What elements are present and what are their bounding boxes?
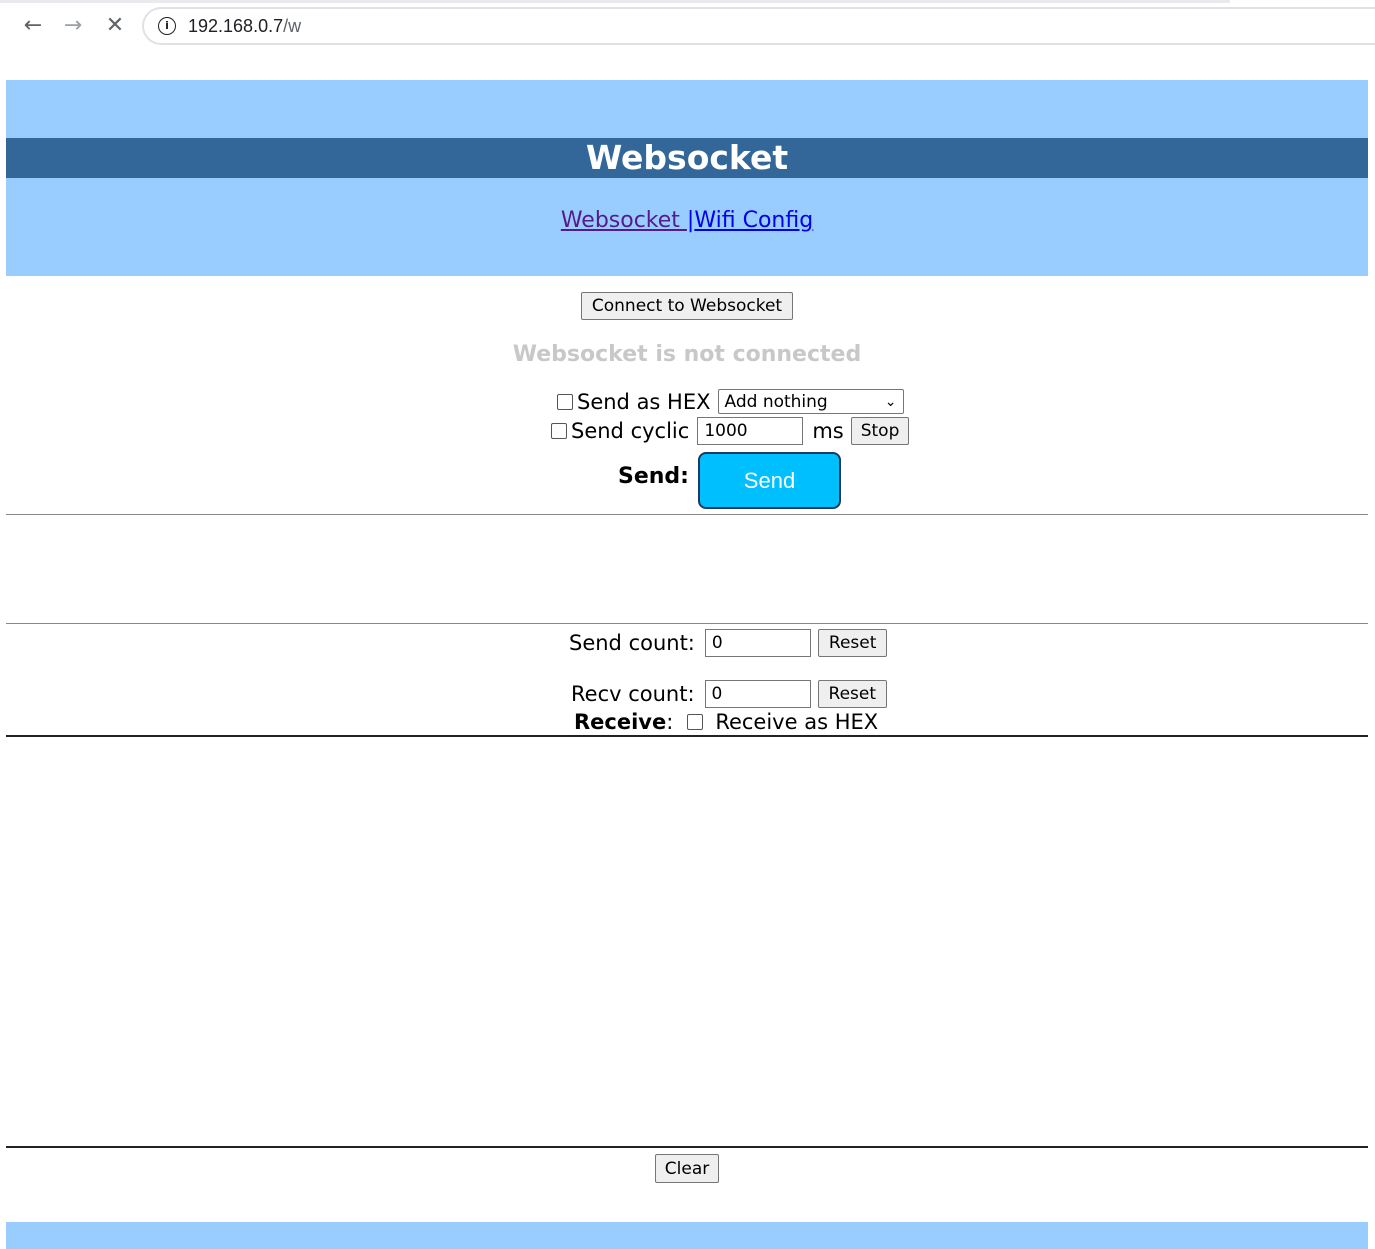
send-button[interactable]: Send (698, 452, 841, 509)
send-as-hex-label: Send as HEX (577, 389, 711, 414)
browser-toolbar: ← → ✕ i 192.168.0.7/w (0, 0, 1375, 52)
forward-arrow-icon[interactable]: → (58, 10, 88, 40)
tab-strip-edge (0, 0, 1230, 3)
nav-link-websocket[interactable]: Websocket (561, 208, 687, 233)
nav-link-wifi-config[interactable]: Wifi Config (694, 208, 813, 233)
divider (6, 623, 1368, 624)
receive-row: Receive : Receive as HEX (574, 710, 878, 734)
site-info-icon[interactable]: i (158, 17, 176, 35)
receive-as-hex-checkbox[interactable] (687, 714, 704, 730)
cyclic-interval-input[interactable]: 1000 (697, 417, 804, 445)
send-label: Send: (618, 464, 689, 489)
divider (6, 514, 1368, 515)
send-cyclic-checkbox[interactable] (551, 423, 567, 439)
chevron-down-icon: ⌄ (884, 393, 897, 410)
url-host: 192.168.0.7 (188, 15, 284, 36)
send-count-row: Send count: 0 Reset (569, 629, 888, 657)
stop-button[interactable]: Stop (850, 417, 910, 445)
connect-websocket-button[interactable]: Connect to Websocket (580, 292, 794, 320)
page: Websocket Websocket |Wifi Config Connect… (6, 80, 1368, 1249)
header-band: Websocket Websocket |Wifi Config (6, 80, 1368, 276)
page-title: Websocket (6, 138, 1368, 178)
interval-unit: ms (812, 419, 844, 443)
url-text[interactable]: 192.168.0.7/w (188, 16, 301, 37)
append-select-value: Add nothing (724, 391, 828, 412)
receive-colon: : (666, 710, 674, 734)
send-as-hex-checkbox[interactable] (557, 393, 573, 410)
nav-links: Websocket |Wifi Config (6, 208, 1368, 233)
address-bar[interactable]: i 192.168.0.7/w (142, 7, 1375, 45)
back-arrow-icon[interactable]: ← (18, 10, 48, 40)
receive-label: Receive (574, 710, 667, 734)
reset-send-count-button[interactable]: Reset (817, 629, 888, 657)
send-cyclic-row: Send cyclic 1000 ms Stop (551, 417, 910, 445)
url-path: /w (283, 15, 302, 36)
append-select[interactable]: Add nothing ⌄ (717, 389, 904, 414)
send-hex-row: Send as HEX Add nothing ⌄ (557, 389, 904, 414)
recv-count-label: Recv count: (571, 682, 695, 706)
footer-band (6, 1222, 1368, 1249)
receive-area-bottom-border (6, 1146, 1368, 1148)
reset-recv-count-button[interactable]: Reset (817, 680, 888, 708)
send-cyclic-label: Send cyclic (571, 419, 690, 443)
clear-button[interactable]: Clear (654, 1154, 720, 1183)
receive-as-hex-label: Receive as HEX (715, 710, 879, 734)
recv-count-field[interactable]: 0 (704, 680, 811, 708)
send-count-label: Send count: (569, 631, 695, 655)
clear-row: Clear (6, 1154, 1368, 1183)
recv-count-row: Recv count: 0 Reset (571, 680, 888, 708)
receive-output-area[interactable] (6, 737, 1368, 1147)
send-count-field[interactable]: 0 (704, 629, 811, 657)
connect-row: Connect to Websocket (6, 292, 1368, 320)
stop-loading-icon[interactable]: ✕ (100, 10, 130, 40)
connection-status: Websocket is not connected (512, 342, 862, 367)
